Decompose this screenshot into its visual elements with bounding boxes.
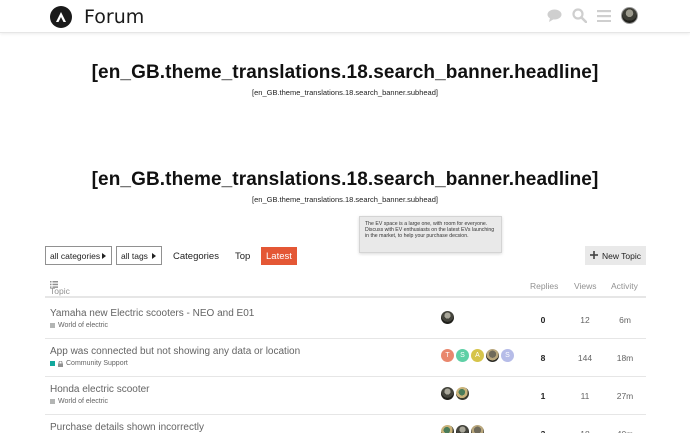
search-icon[interactable]: [571, 8, 587, 24]
view-count: 11: [580, 391, 590, 401]
topic-title[interactable]: Purchase details shown incorrectly: [50, 422, 204, 433]
nav-latest[interactable]: Latest: [261, 247, 297, 265]
reply-count: 0: [540, 315, 546, 325]
poster-avatar[interactable]: [441, 425, 454, 433]
poster-avatar[interactable]: S: [456, 349, 469, 362]
tag-dropdown[interactable]: all tags: [116, 246, 162, 265]
category-name: World of electric: [58, 398, 109, 405]
topic-title[interactable]: Honda electric scooter: [50, 384, 150, 395]
table-row: Yamaha new Electric scooters - NEO and E…: [45, 301, 646, 339]
new-topic-button[interactable]: New Topic: [585, 246, 646, 265]
category-name: Community Support: [66, 360, 128, 367]
new-topic-label: New Topic: [601, 250, 642, 261]
table-row: App was connected but not showing any da…: [45, 339, 646, 377]
reply-count: 8: [540, 353, 546, 363]
category-dropdown-label: all categories: [50, 250, 101, 261]
user-avatar[interactable]: [621, 7, 638, 24]
topic-title[interactable]: App was connected but not showing any da…: [50, 346, 300, 357]
category-swatch: [50, 323, 55, 328]
column-topic[interactable]: Topic: [50, 281, 70, 296]
plus-icon: [589, 250, 598, 261]
category-swatch: [50, 399, 55, 404]
topic-category[interactable]: Community Support: [50, 360, 128, 367]
poster-avatar[interactable]: [441, 311, 454, 324]
last-activity[interactable]: 18m: [610, 353, 640, 363]
reply-count: 3: [528, 429, 558, 433]
reply-count: 1: [540, 391, 546, 401]
column-replies[interactable]: Replies: [530, 281, 558, 291]
site-title[interactable]: Forum: [84, 6, 144, 28]
table-row: Purchase details shown incorrectly 3 18 …: [45, 415, 646, 433]
category-tooltip: The EV space is a large one, with room f…: [359, 216, 502, 253]
category-name: World of electric: [58, 322, 109, 329]
posters: T S A S: [441, 349, 514, 362]
topic-navigation: all categories all tags Categories Top L…: [45, 246, 646, 266]
search-banner: [en_GB.theme_translations.18.search_bann…: [0, 169, 690, 204]
last-activity[interactable]: 6m: [610, 315, 640, 325]
category-dropdown[interactable]: all categories: [45, 246, 112, 265]
caret-right-icon: [102, 253, 106, 259]
poster-avatar[interactable]: [486, 349, 499, 362]
category-swatch: [50, 361, 55, 366]
caret-right-icon: [152, 253, 156, 259]
nav-top[interactable]: Top: [230, 247, 255, 265]
poster-avatar[interactable]: [456, 425, 469, 433]
view-count: 12: [580, 315, 590, 325]
tag-dropdown-label: all tags: [121, 250, 148, 261]
poster-avatar[interactable]: [471, 425, 484, 433]
posters: [441, 425, 484, 433]
menu-icon[interactable]: [596, 8, 612, 24]
banner-headline: [en_GB.theme_translations.18.search_bann…: [91, 169, 599, 190]
topic-title[interactable]: Yamaha new Electric scooters - NEO and E…: [50, 308, 254, 319]
poster-avatar[interactable]: S: [501, 349, 514, 362]
home-link[interactable]: Forum: [50, 6, 144, 28]
logo-icon: [50, 6, 72, 28]
column-activity[interactable]: Activity: [611, 281, 638, 291]
poster-avatar[interactable]: A: [471, 349, 484, 362]
poster-avatar[interactable]: [456, 387, 469, 400]
poster-avatar[interactable]: T: [441, 349, 454, 362]
banner-headline: [en_GB.theme_translations.18.search_bann…: [91, 62, 599, 83]
topic-list-header: Topic Replies Views Activity: [45, 276, 646, 298]
column-views[interactable]: Views: [574, 281, 597, 291]
banner-subhead: [en_GB.theme_translations.18.search_bann…: [252, 195, 438, 204]
column-topic-label: Topic: [50, 286, 70, 296]
view-count: 18: [570, 429, 600, 433]
lock-icon: [58, 360, 63, 367]
last-activity[interactable]: 27m: [610, 391, 640, 401]
view-count: 144: [577, 353, 593, 363]
posters: [441, 387, 469, 400]
posters: [441, 311, 454, 324]
chat-icon[interactable]: [546, 8, 562, 24]
poster-avatar[interactable]: [441, 387, 454, 400]
search-banner: [en_GB.theme_translations.18.search_bann…: [0, 62, 690, 97]
site-header: Forum: [0, 0, 690, 33]
topic-category[interactable]: World of electric: [50, 322, 108, 329]
banner-subhead: [en_GB.theme_translations.18.search_bann…: [252, 88, 438, 97]
nav-categories[interactable]: Categories: [168, 247, 224, 265]
last-activity[interactable]: 40m: [610, 429, 640, 433]
table-row: Honda electric scooter World of electric…: [45, 377, 646, 415]
topic-category[interactable]: World of electric: [50, 398, 108, 405]
